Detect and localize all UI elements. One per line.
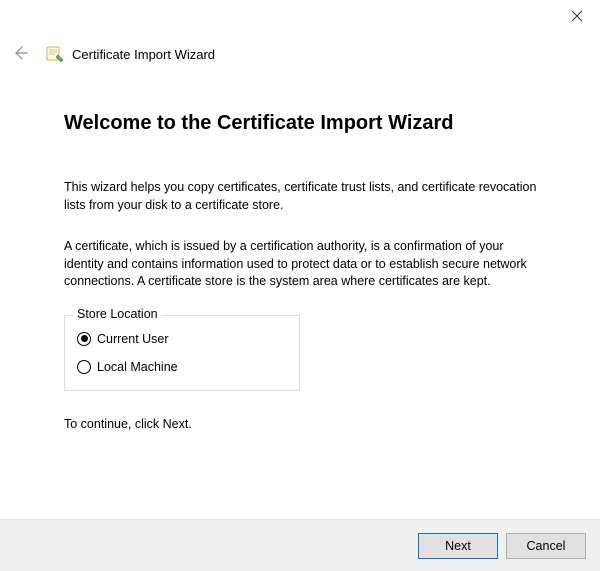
wizard-header: Certificate Import Wizard	[0, 36, 600, 72]
intro-paragraph-2: A certificate, which is issued by a cert…	[64, 238, 544, 291]
continue-hint: To continue, click Next.	[64, 417, 544, 431]
store-location-group: Store Location Current User Local Machin…	[64, 315, 300, 391]
cancel-button[interactable]: Cancel	[506, 533, 586, 559]
certificate-icon	[46, 45, 64, 63]
radio-current-user[interactable]: Current User	[77, 330, 287, 348]
radio-icon	[77, 332, 91, 346]
wizard-content: Welcome to the Certificate Import Wizard…	[0, 72, 600, 431]
radio-label-local-machine: Local Machine	[97, 360, 178, 374]
page-title: Welcome to the Certificate Import Wizard	[64, 112, 544, 135]
close-button[interactable]	[568, 8, 586, 26]
next-button[interactable]: Next	[418, 533, 498, 559]
intro-paragraph-1: This wizard helps you copy certificates,…	[64, 179, 544, 214]
back-button[interactable]	[8, 42, 32, 66]
close-icon	[571, 10, 583, 25]
titlebar	[0, 0, 600, 36]
radio-icon	[77, 360, 91, 374]
store-location-legend: Store Location	[73, 307, 162, 321]
radio-label-current-user: Current User	[97, 332, 169, 346]
radio-local-machine[interactable]: Local Machine	[77, 358, 287, 376]
wizard-title: Certificate Import Wizard	[72, 47, 215, 62]
arrow-left-icon	[11, 44, 29, 65]
wizard-footer: Next Cancel	[0, 519, 600, 571]
